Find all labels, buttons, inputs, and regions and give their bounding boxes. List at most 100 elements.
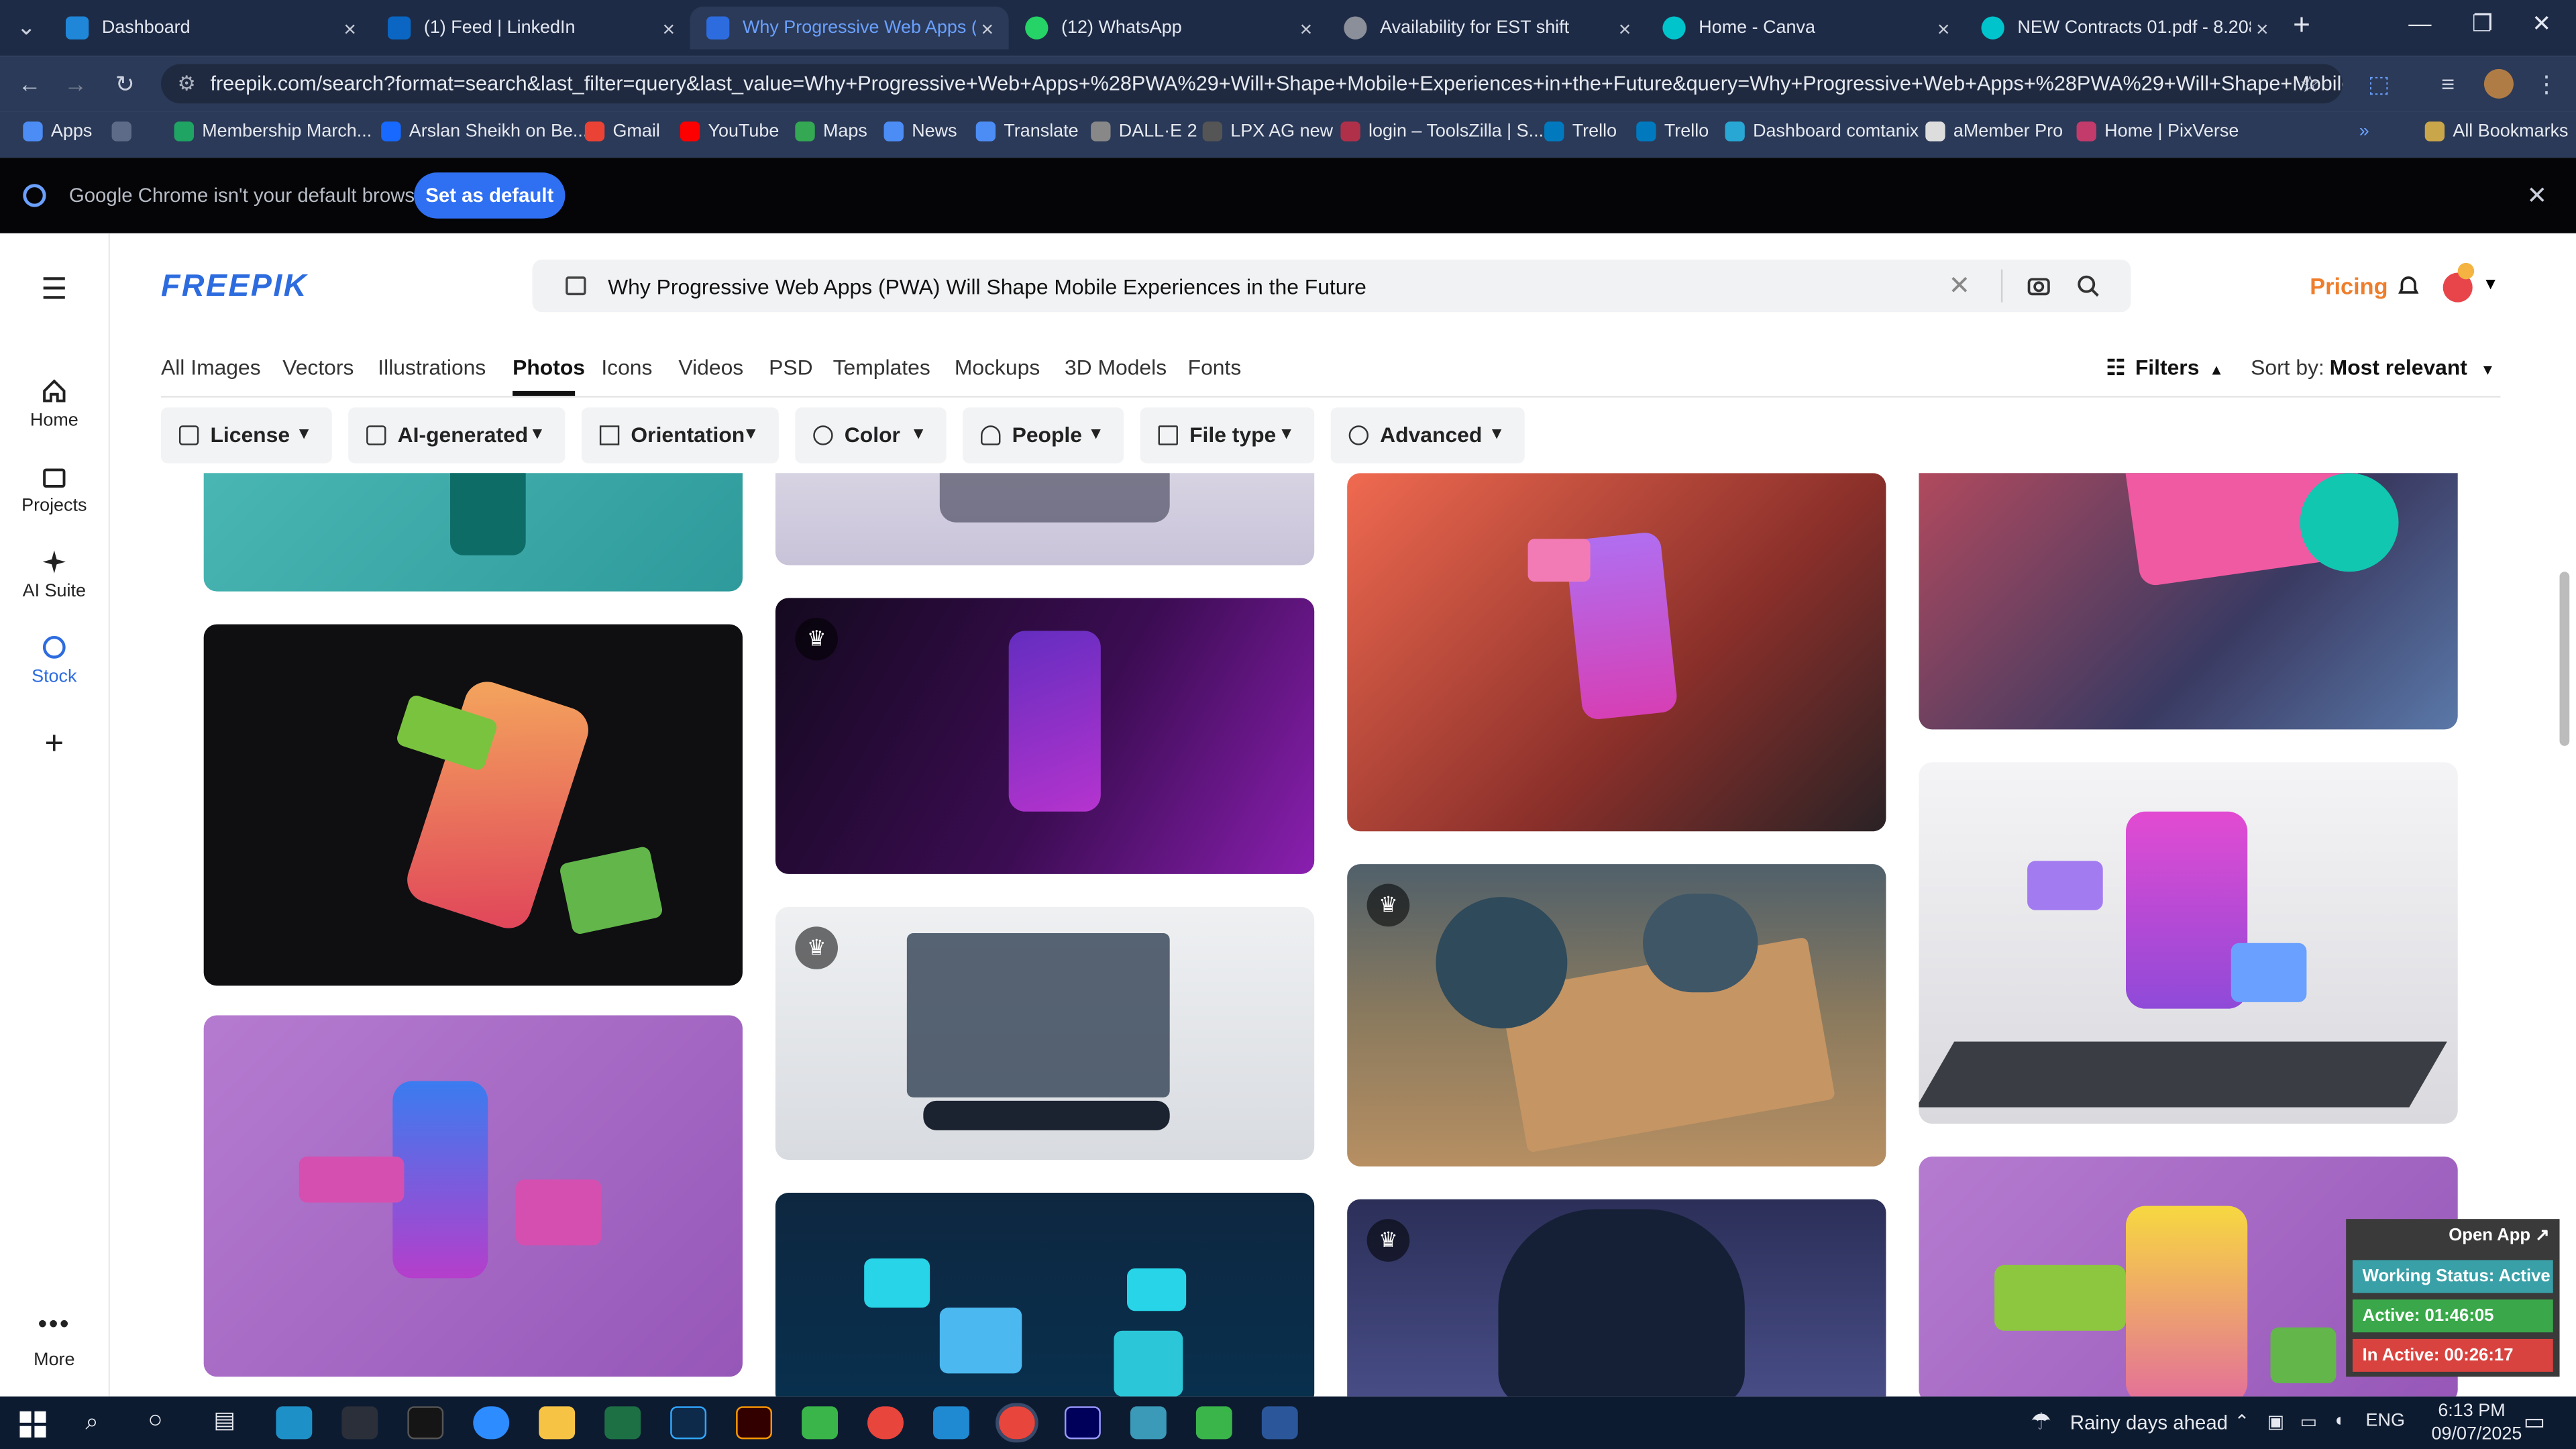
all-bookmarks[interactable]: All Bookmarks <box>2424 121 2569 142</box>
tab-vectors[interactable]: Vectors <box>282 355 354 380</box>
close-infobar-icon[interactable]: ✕ <box>2527 180 2548 211</box>
bookmark-pixverse[interactable]: Home | PixVerse <box>2076 121 2239 142</box>
meet-now-icon[interactable]: ▣ <box>2267 1411 2284 1432</box>
hamburger-menu-icon[interactable]: ☰ <box>0 273 109 307</box>
profile-avatar[interactable] <box>2483 68 2514 99</box>
open-app-link[interactable]: Open App ↗ <box>2449 1226 2550 1245</box>
close-icon[interactable]: × <box>2251 15 2273 40</box>
nav-more[interactable]: More <box>0 1350 109 1370</box>
pricing-link[interactable]: Pricing <box>2310 273 2387 299</box>
app-green-icon[interactable] <box>802 1406 838 1440</box>
tab-all-images[interactable]: All Images <box>161 355 261 380</box>
filter-people[interactable]: People ▼ <box>963 407 1124 464</box>
chrome-taskbar-icon[interactable] <box>867 1406 904 1440</box>
tab-linkedin[interactable]: (1) Feed | LinkedIn × <box>371 7 690 50</box>
result-image[interactable]: ♛ <box>1347 864 1886 1167</box>
file-explorer-icon[interactable] <box>539 1406 576 1440</box>
notifications-icon[interactable]: ▭ <box>2524 1408 2545 1436</box>
cortana-icon[interactable]: ○ <box>148 1406 162 1434</box>
chrome-active-icon[interactable] <box>996 1403 1038 1443</box>
bookmark-trello-1[interactable]: Trello <box>1544 121 1617 142</box>
tab-search-icon[interactable]: ⌄ <box>10 13 43 42</box>
weather-icon[interactable]: ☂ <box>2031 1408 2051 1436</box>
restore-button[interactable]: ❐ <box>2458 10 2507 38</box>
illustrator-icon[interactable] <box>736 1406 773 1440</box>
edge-icon[interactable] <box>276 1406 313 1440</box>
close-icon[interactable]: × <box>338 15 361 40</box>
bookmark-trello-2[interactable]: Trello <box>1636 121 1709 142</box>
result-image[interactable] <box>775 1192 1315 1397</box>
more-dots-icon[interactable]: ••• <box>0 1311 109 1340</box>
close-icon[interactable]: × <box>1613 15 1636 40</box>
filter-ai-generated[interactable]: AI-generated ▼ <box>348 407 566 464</box>
reload-icon[interactable]: ↻ <box>109 70 142 99</box>
result-image[interactable]: ♛ <box>1347 1199 1886 1397</box>
bookmark-translate[interactable]: Translate <box>975 121 1079 142</box>
result-image[interactable] <box>203 624 743 986</box>
tab-3d-models[interactable]: 3D Models <box>1065 355 1167 380</box>
close-icon[interactable]: × <box>657 15 680 40</box>
filters-toggle[interactable]: ☷ Filters ▲ <box>2106 355 2224 381</box>
bookmark-apps[interactable]: Apps <box>23 121 92 142</box>
nav-projects[interactable]: Projects <box>0 464 109 516</box>
premiere-icon[interactable] <box>1064 1406 1101 1440</box>
language-indicator[interactable]: ENG <box>2366 1411 2405 1431</box>
result-image[interactable] <box>203 473 743 592</box>
forward-icon[interactable]: → <box>59 70 92 97</box>
media-icon[interactable]: ≡ <box>2432 70 2465 97</box>
bookmark-youtube[interactable]: YouTube <box>680 121 779 142</box>
taskbar-search-icon[interactable]: ⌕ <box>85 1408 98 1436</box>
sort-dropdown[interactable]: Most relevant ▼ <box>2330 355 2496 380</box>
bookmark-membership[interactable]: Membership March... <box>174 121 372 142</box>
close-icon[interactable]: × <box>1932 15 1955 40</box>
tab-availability[interactable]: Availability for EST shift × <box>1328 7 1646 50</box>
tab-psd[interactable]: PSD <box>769 355 812 380</box>
filter-orientation[interactable]: Orientation ▼ <box>581 407 779 464</box>
extensions-icon[interactable]: ⬚ <box>2363 70 2396 99</box>
add-icon[interactable]: + <box>0 726 109 763</box>
tab-templates[interactable]: Templates <box>833 355 930 380</box>
set-default-button[interactable]: Set as default <box>414 172 566 219</box>
search-icon[interactable] <box>2077 274 2100 297</box>
tab-whatsapp[interactable]: (12) WhatsApp × <box>1009 7 1328 50</box>
bookmark-news[interactable]: News <box>883 121 957 142</box>
tab-mockups[interactable]: Mockups <box>955 355 1040 380</box>
result-image[interactable] <box>1919 473 2458 730</box>
bookmark-dalle[interactable]: DALL·E 2 <box>1091 121 1197 142</box>
task-view-icon[interactable]: ▤ <box>213 1406 235 1434</box>
tab-dashboard[interactable]: Dashboard × <box>49 7 371 50</box>
network-icon[interactable]: ▭ <box>2300 1411 2317 1432</box>
volume-icon[interactable]: ◖ <box>2333 1411 2344 1431</box>
close-icon[interactable]: × <box>1295 15 1318 40</box>
tab-illustrations[interactable]: Illustrations <box>378 355 486 380</box>
bookmark-lpx[interactable]: LPX AG new <box>1202 121 1333 142</box>
tab-photos[interactable]: Photos <box>513 355 585 380</box>
windows-start-icon[interactable] <box>19 1411 46 1438</box>
tab-videos[interactable]: Videos <box>678 355 743 380</box>
menu-dots-icon[interactable]: ⋮ <box>2530 70 2563 99</box>
nav-stock[interactable]: Stock <box>0 634 109 687</box>
page-scrollbar[interactable] <box>2559 572 2570 746</box>
app-blue-icon[interactable] <box>1130 1406 1167 1440</box>
tab-canva[interactable]: Home - Canva × <box>1646 7 1965 50</box>
search-bar[interactable]: Why Progressive Web Apps (PWA) Will Shap… <box>532 259 2131 313</box>
filter-file-type[interactable]: File type ▼ <box>1140 407 1315 464</box>
nav-home[interactable]: Home <box>0 378 109 431</box>
bookmark-arslan[interactable]: Arslan Sheikh on Be... <box>381 121 588 142</box>
bell-icon[interactable] <box>2396 273 2422 299</box>
terminal-icon[interactable] <box>407 1406 444 1440</box>
pen-tool-icon[interactable] <box>341 1406 378 1440</box>
back-icon[interactable]: ← <box>13 70 46 97</box>
bookmark-star-icon[interactable]: ☆ <box>2294 70 2326 99</box>
tab-contracts[interactable]: NEW Contracts 01.pdf - 8.208 × <box>1965 7 2284 50</box>
bookmark-comtanix[interactable]: Dashboard comtanix <box>1725 121 1919 142</box>
camera-icon[interactable] <box>2027 274 2050 297</box>
bookmark-amember[interactable]: aMember Pro <box>1925 121 2063 142</box>
tab-freepik[interactable]: Why Progressive Web Apps (PW× <box>690 6 1009 50</box>
result-image[interactable] <box>775 473 1315 566</box>
chevron-down-icon[interactable]: ▼ <box>2482 276 2498 294</box>
result-image[interactable] <box>203 1015 743 1377</box>
freepik-logo[interactable]: FREEPIK <box>161 270 308 306</box>
zoom-icon[interactable] <box>473 1406 510 1440</box>
minimize-button[interactable]: — <box>2396 10 2445 36</box>
